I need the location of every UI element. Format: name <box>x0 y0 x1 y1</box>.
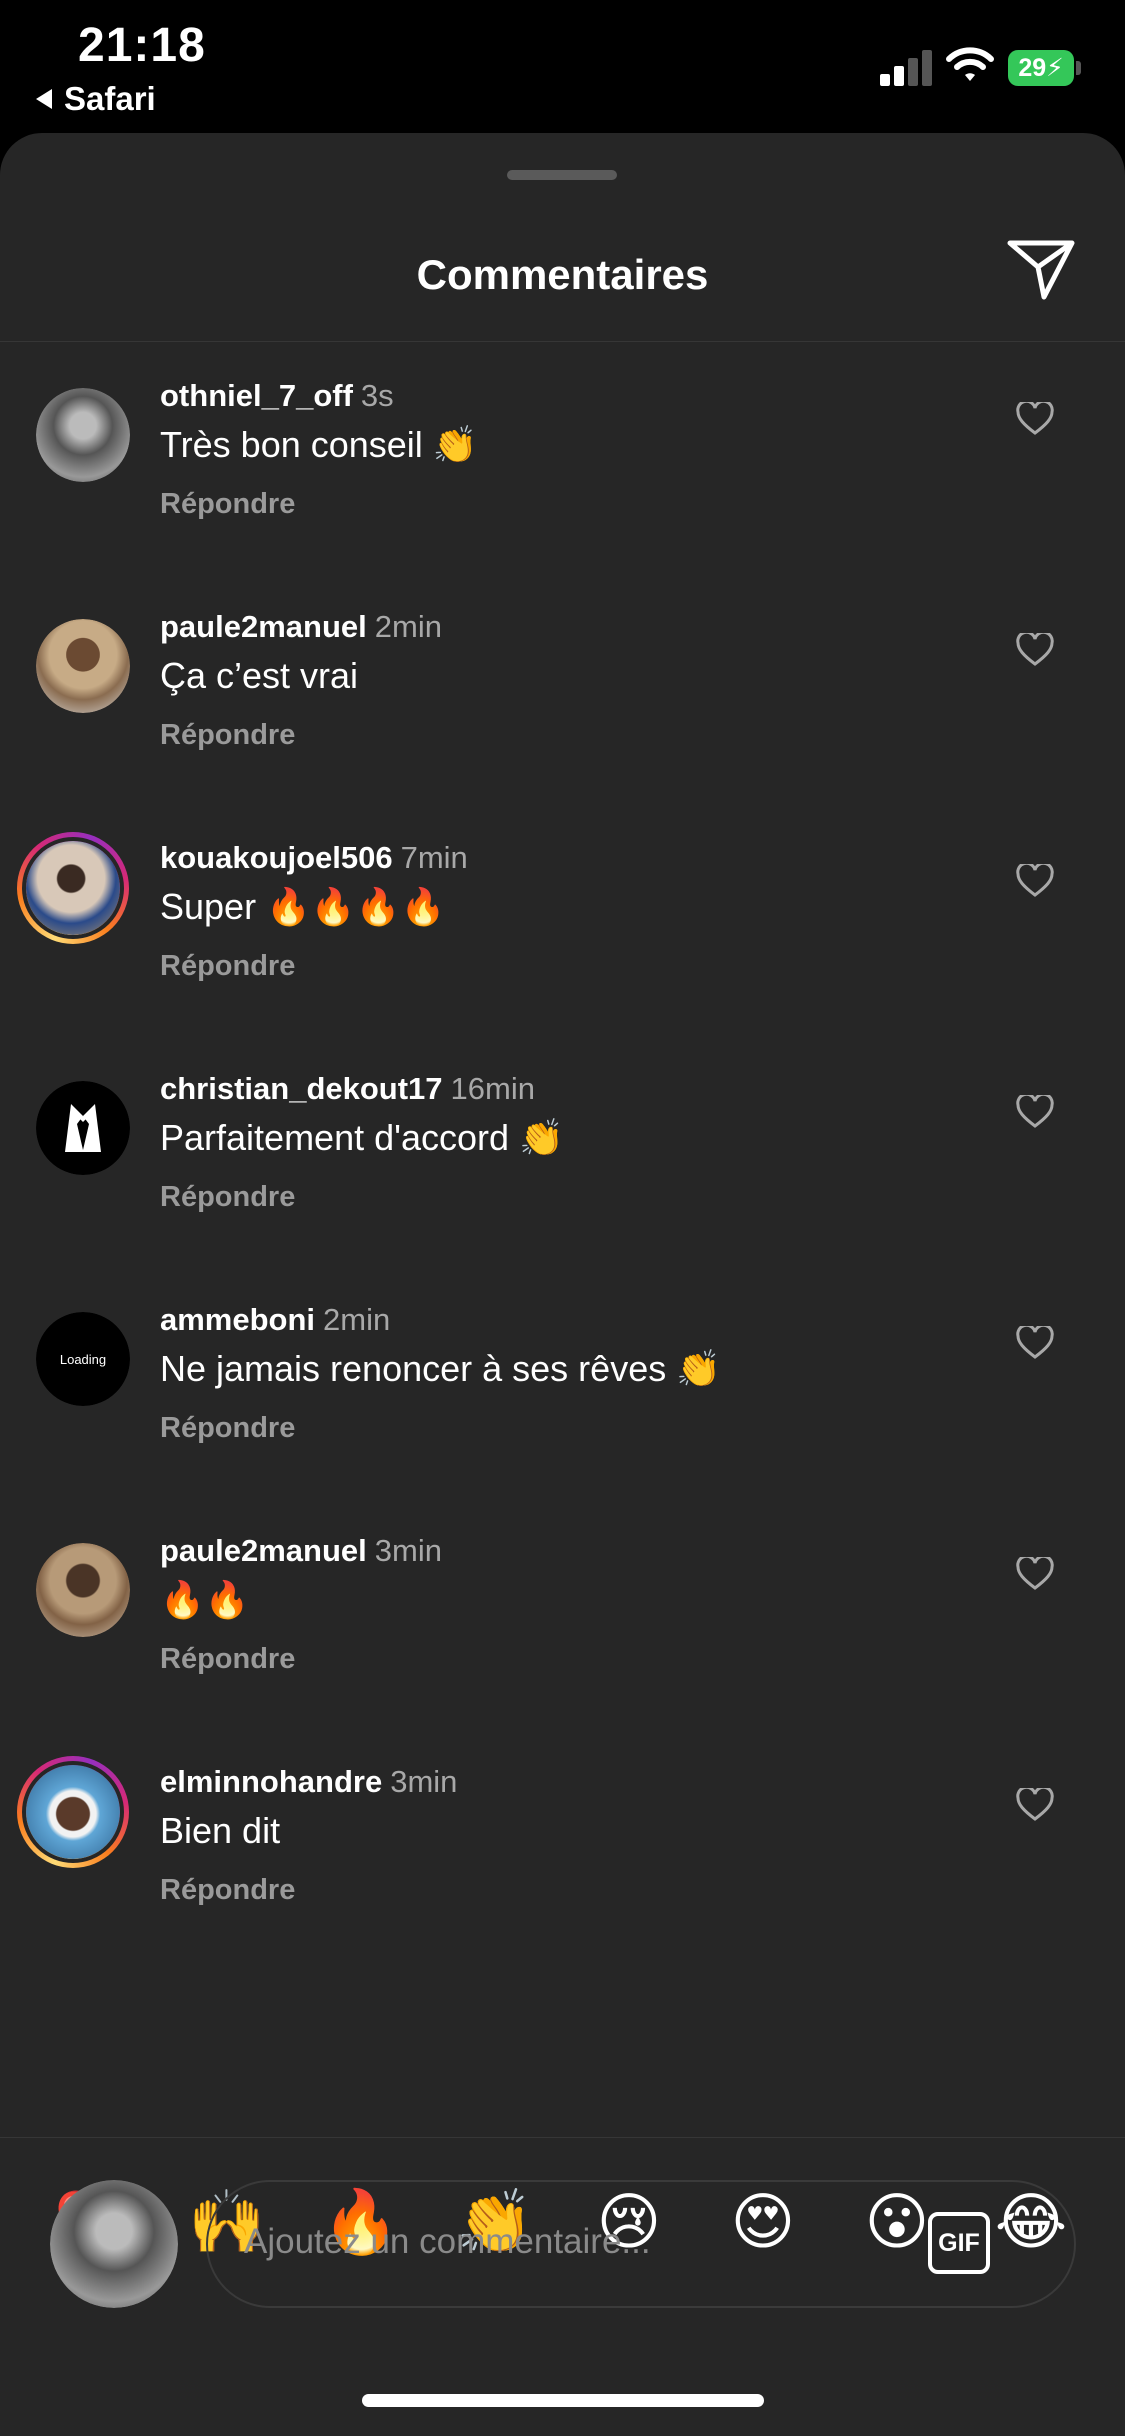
heart-outline-icon[interactable] <box>1016 402 1054 436</box>
back-arrow-icon <box>36 89 52 109</box>
back-to-safari-button[interactable]: Safari <box>36 80 156 118</box>
sheet-title: Commentaires <box>416 251 709 298</box>
comment-text: Bien dit <box>160 1810 281 1851</box>
comment-meta: christian_dekout17 16min <box>160 1071 535 1107</box>
comment-meta: ammeboni 2min <box>160 1302 390 1338</box>
username[interactable]: paule2manuel <box>160 1533 367 1568</box>
comment-time: 16min <box>450 1071 535 1106</box>
reply-button[interactable]: Répondre <box>160 1874 295 1907</box>
heart-outline-icon[interactable] <box>1016 1788 1054 1822</box>
reply-button[interactable]: Répondre <box>160 1412 295 1445</box>
comment-text: Très bon conseil 👏 <box>160 424 478 465</box>
heart-outline-icon[interactable] <box>1016 1326 1054 1360</box>
home-indicator[interactable] <box>362 2394 764 2407</box>
comment-item: Loading ammeboni 2min Ne jamais renoncer … <box>0 1302 1125 1512</box>
comment-time: 3min <box>390 1764 458 1799</box>
comment-item: othniel_7_off 3s Très bon conseil 👏 Répon… <box>0 378 1125 588</box>
reply-button[interactable]: Répondre <box>160 719 295 752</box>
username[interactable]: kouakoujoel506 <box>160 840 393 875</box>
comment-input[interactable]: Ajoutez un commentaire... GIF <box>206 2180 1076 2308</box>
avatar-story-ring[interactable] <box>17 832 129 944</box>
heart-outline-icon[interactable] <box>1016 633 1054 667</box>
comment-text: Super 🔥🔥🔥🔥 <box>160 886 446 927</box>
comment-meta: othniel_7_off 3s <box>160 378 394 414</box>
send-icon[interactable] <box>1006 237 1076 301</box>
comment-item: kouakoujoel506 7min Super 🔥🔥🔥🔥 Répondre <box>0 832 1125 1050</box>
comment-time: 3min <box>374 1533 442 1568</box>
comment-time: 7min <box>400 840 468 875</box>
header-divider <box>0 341 1125 342</box>
comment-meta: paule2manuel 2min <box>160 609 442 645</box>
signal-icon <box>880 48 934 86</box>
battery-icon: 29 ⚡ <box>1008 50 1074 86</box>
username[interactable]: christian_dekout17 <box>160 1071 443 1106</box>
battery-tip <box>1076 61 1081 75</box>
comment-item: paule2manuel 2min Ça c’est vrai Répondre <box>0 609 1125 819</box>
reply-button[interactable]: Répondre <box>160 1643 295 1676</box>
username[interactable]: elminnohandre <box>160 1764 382 1799</box>
battery-level: 29 <box>1018 53 1047 82</box>
reply-button[interactable]: Répondre <box>160 488 295 521</box>
wifi-icon <box>946 47 994 81</box>
my-avatar <box>50 2180 178 2308</box>
comment-time: 2min <box>323 1302 391 1337</box>
username[interactable]: ammeboni <box>160 1302 315 1337</box>
comment-meta: paule2manuel 3min <box>160 1533 442 1569</box>
avatar-loading-text: Loading <box>59 1351 107 1367</box>
reply-button[interactable]: Répondre <box>160 1181 295 1214</box>
comment-meta: kouakoujoel506 7min <box>160 840 468 876</box>
comment-item: christian_dekout17 16min Parfaitement d'a… <box>0 1071 1125 1281</box>
comment-time: 3s <box>360 378 394 413</box>
heart-outline-icon[interactable] <box>1016 1557 1054 1591</box>
status-bar: 21:18 Safari 29 ⚡ <box>0 0 1125 135</box>
tuxedo-logo-icon <box>65 1104 101 1152</box>
avatar[interactable] <box>36 1081 130 1175</box>
comment-text: Ça c’est vrai <box>160 655 359 696</box>
avatar[interactable] <box>36 1543 130 1637</box>
composer-divider <box>0 2137 1125 2138</box>
comment-text: 🔥🔥 <box>160 1579 250 1620</box>
comment-meta: elminnohandre 3min <box>160 1764 457 1800</box>
comment-time: 2min <box>374 609 442 644</box>
comment-item: elminnohandre 3min Bien dit Répondre <box>0 1756 1125 1974</box>
heart-outline-icon[interactable] <box>1016 864 1054 898</box>
avatar-story-ring[interactable] <box>17 1756 129 1868</box>
comment-text: Ne jamais renoncer à ses rêves 👏 <box>160 1348 722 1389</box>
comment-text: Parfaitement d'accord 👏 <box>160 1117 564 1158</box>
back-app-label: Safari <box>64 80 156 117</box>
gif-button[interactable]: GIF <box>928 2212 990 2274</box>
username[interactable]: paule2manuel <box>160 609 367 644</box>
heart-outline-icon[interactable] <box>1016 1095 1054 1129</box>
avatar[interactable] <box>36 388 130 482</box>
avatar[interactable]: Loading <box>36 1312 130 1406</box>
sheet-grabber[interactable] <box>507 170 617 180</box>
avatar[interactable] <box>36 619 130 713</box>
comment-input-placeholder: Ajoutez un commentaire... <box>244 2222 651 2261</box>
reply-button[interactable]: Répondre <box>160 950 295 983</box>
comment-item: paule2manuel 3min 🔥🔥 Répondre <box>0 1533 1125 1743</box>
status-time: 21:18 <box>78 19 206 72</box>
username[interactable]: othniel_7_off <box>160 378 353 413</box>
comments-sheet: Commentaires othniel_7_off 3s Très bon co… <box>0 133 1125 2436</box>
